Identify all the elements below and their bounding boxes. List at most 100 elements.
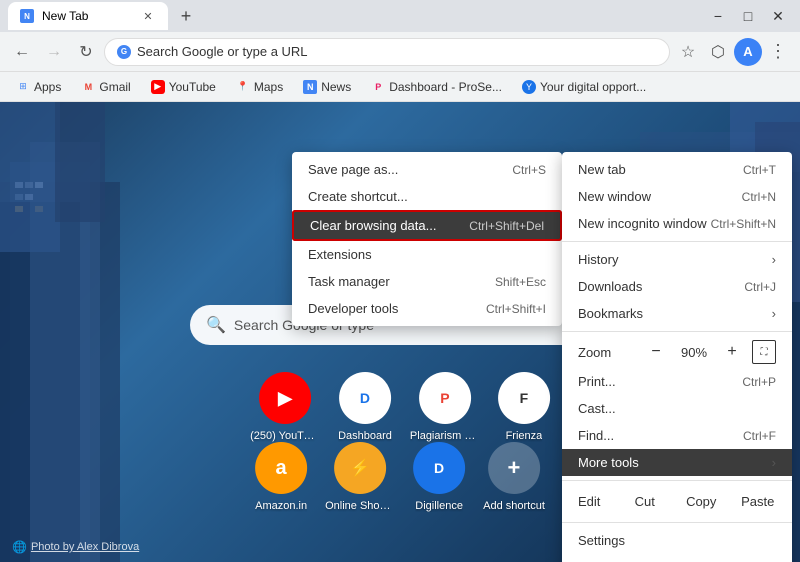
menu-downloads[interactable]: Downloads Ctrl+J [562,273,792,300]
shortcut-dashboard-label: Dashboard [338,430,392,442]
zoom-value: 90% [676,345,712,360]
copy-button[interactable]: Copy [675,489,728,514]
new-incognito-label: New incognito window [578,216,711,231]
shortcut-dashboard-icon: D [339,372,391,424]
menu-settings[interactable]: Settings [562,527,792,554]
active-tab[interactable]: N New Tab ✕ [8,2,168,30]
photo-credit-icon: 🌐 [12,540,27,554]
extensions-label: Extensions [308,247,546,262]
downloads-shortcut: Ctrl+J [744,280,776,294]
menu-cast[interactable]: Cast... [562,395,792,422]
bookmark-star-button[interactable]: ☆ [674,38,702,66]
menu-print[interactable]: Print... Ctrl+P [562,368,792,395]
menu-bookmarks[interactable]: Bookmarks › [562,300,792,327]
paste-button[interactable]: Paste [732,489,785,514]
shortcut-digillence-label: Digillence [415,500,463,512]
more-tools-extensions[interactable]: Extensions [292,241,562,268]
clear-browsing-shortcut: Ctrl+Shift+Del [469,219,544,233]
zoom-minus-button[interactable]: − [644,340,668,364]
more-tools-label: More tools [578,455,772,470]
reload-button[interactable]: ↻ [72,38,100,66]
cast-label: Cast... [578,401,776,416]
more-tools-clear-browsing[interactable]: Clear browsing data... Ctrl+Shift+Del [292,210,562,241]
title-bar: N New Tab ✕ + − □ ✕ [0,0,800,32]
more-tools-developer-tools[interactable]: Developer tools Ctrl+Shift+I [292,295,562,322]
photo-credit-text: Photo by Alex Dibrova [31,541,139,553]
menu-help[interactable]: Help › [562,554,792,562]
task-manager-shortcut: Shift+Esc [495,275,546,289]
print-label: Print... [578,374,742,389]
new-window-shortcut: Ctrl+N [742,190,776,204]
edit-label: Edit [570,494,615,509]
bookmarks-label: Bookmarks [578,306,772,321]
bookmark-news[interactable]: N News [295,78,359,96]
zoom-fullscreen-button[interactable]: ⛶ [752,340,776,364]
dashboard-icon: P [371,80,385,94]
tab-favicon: N [20,9,34,23]
shortcut-frienza[interactable]: F Frienza [498,372,550,442]
bookmark-apps-label: Apps [34,80,61,94]
shortcut-shop-icon: ⚡ [334,442,386,494]
extensions-button[interactable]: ⬡ [704,38,732,66]
maximize-button[interactable]: □ [734,2,762,30]
bookmark-gmail[interactable]: M Gmail [73,78,138,96]
shortcut-plagiarism-label: Plagiarism C... [410,430,480,442]
bookmark-digital[interactable]: Y Your digital opport... [514,78,654,96]
find-label: Find... [578,428,743,443]
more-tools-create-shortcut[interactable]: Create shortcut... [292,183,562,210]
shortcut-youtube[interactable]: ▶ (250) YouTube [250,372,320,442]
shortcut-frienza-icon: F [498,372,550,424]
shortcut-amazon-icon: a [255,442,307,494]
shortcut-add-label: Add shortcut [483,500,545,512]
new-tab-label: New tab [578,162,743,177]
more-tools-task-manager[interactable]: Task manager Shift+Esc [292,268,562,295]
photo-credit[interactable]: 🌐 Photo by Alex Dibrova [12,540,139,554]
minimize-button[interactable]: − [704,2,732,30]
find-shortcut: Ctrl+F [743,429,776,443]
shortcut-add[interactable]: + Add shortcut [483,442,545,512]
save-page-label: Save page as... [308,162,512,177]
forward-button[interactable]: → [40,38,68,66]
back-button[interactable]: ← [8,38,36,66]
close-button[interactable]: ✕ [764,2,792,30]
apps-icon: ⊞ [16,80,30,94]
bookmark-maps[interactable]: 📍 Maps [228,78,291,96]
address-bar[interactable]: G Search Google or type a URL [104,38,670,66]
menu-button[interactable]: ⋮ [764,38,792,66]
dev-tools-shortcut: Ctrl+Shift+I [486,302,546,316]
more-tools-save-page[interactable]: Save page as... Ctrl+S [292,156,562,183]
menu-new-tab[interactable]: New tab Ctrl+T [562,156,792,183]
create-shortcut-label: Create shortcut... [308,189,546,204]
menu-history[interactable]: History › [562,246,792,273]
bookmark-youtube[interactable]: ▶ YouTube [143,78,224,96]
shortcut-online-shop[interactable]: ⚡ Online Shopp... [325,442,395,512]
toolbar-icons: ☆ ⬡ A ⋮ [674,38,792,66]
zoom-plus-button[interactable]: + [720,340,744,364]
tab-close-button[interactable]: ✕ [140,8,156,24]
dev-tools-label: Developer tools [308,301,486,316]
shortcut-dashboard[interactable]: D Dashboard [338,372,392,442]
bookmark-dashboard-label: Dashboard - ProSe... [389,80,502,94]
bookmark-apps[interactable]: ⊞ Apps [8,78,69,96]
downloads-label: Downloads [578,279,744,294]
bookmark-dashboard[interactable]: P Dashboard - ProSe... [363,78,510,96]
clear-browsing-label: Clear browsing data... [310,218,469,233]
menu-more-tools[interactable]: More tools › [562,449,792,476]
address-text: Search Google or type a URL [137,44,308,59]
menu-find[interactable]: Find... Ctrl+F [562,422,792,449]
shortcut-amazon[interactable]: a Amazon.in [255,442,307,512]
cut-button[interactable]: Cut [619,489,672,514]
shortcuts-row-2: a Amazon.in ⚡ Online Shopp... D Digillen… [255,442,545,512]
shortcut-plagiarism[interactable]: P Plagiarism C... [410,372,480,442]
youtube-icon: ▶ [151,80,165,94]
shortcut-digillence[interactable]: D Digillence [413,442,465,512]
new-tab-button[interactable]: + [172,2,200,30]
maps-icon: 📍 [236,80,250,94]
main-context-menu: New tab Ctrl+T New window Ctrl+N New inc… [562,152,792,562]
tab-label: New Tab [42,9,88,23]
bookmark-news-label: News [321,80,351,94]
profile-menu-button[interactable]: A [734,38,762,66]
menu-new-incognito[interactable]: New incognito window Ctrl+Shift+N [562,210,792,237]
divider-1 [562,241,792,242]
menu-new-window[interactable]: New window Ctrl+N [562,183,792,210]
